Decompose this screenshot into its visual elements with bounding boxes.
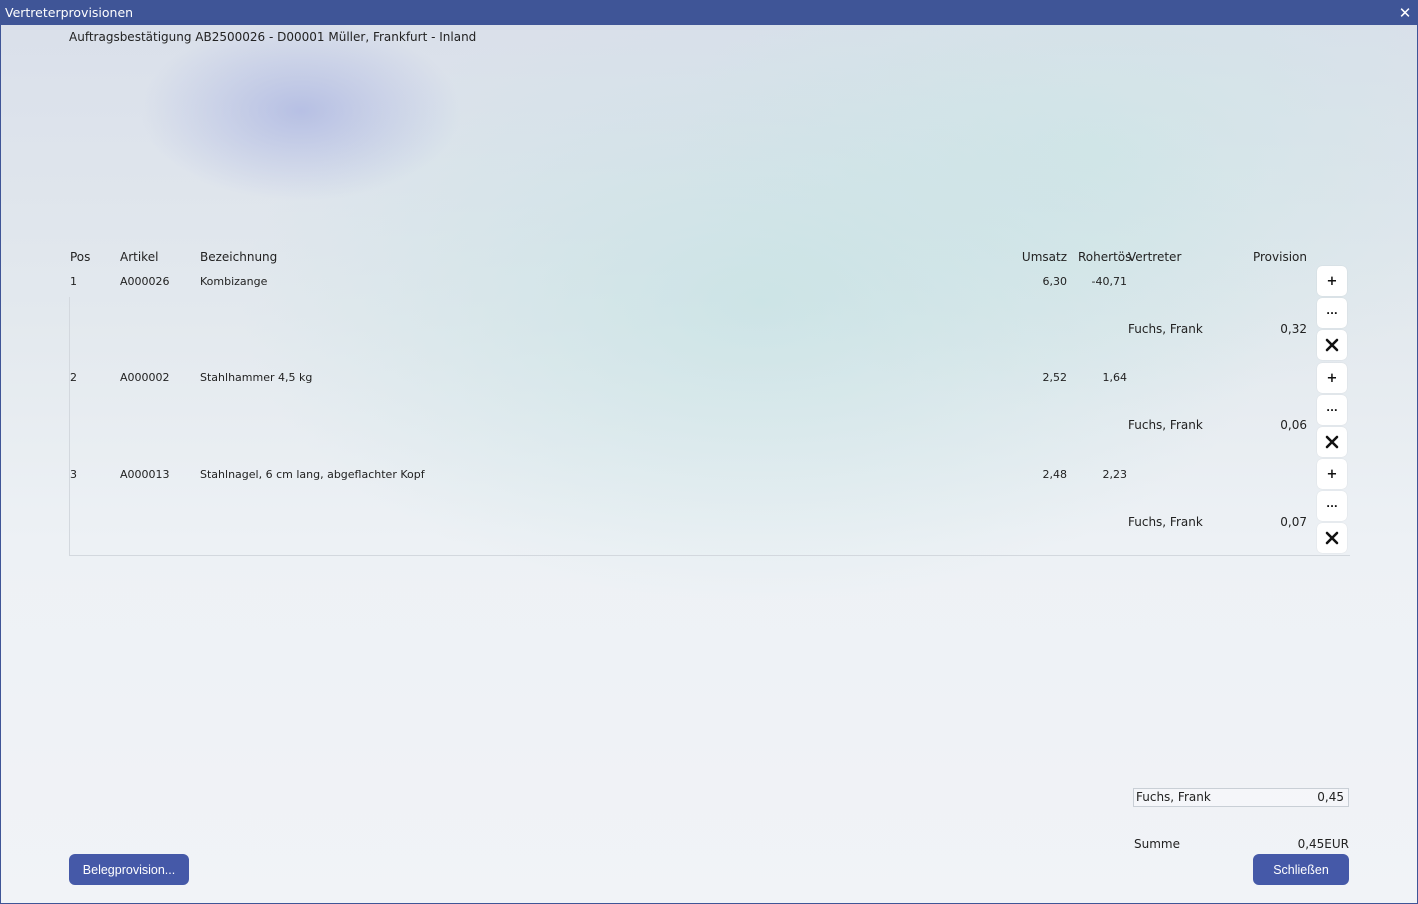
delete-vertreter-button[interactable] — [1317, 427, 1347, 457]
row-roherloes: 1,64 — [1102, 371, 1128, 384]
more-options-button[interactable]: ... — [1317, 395, 1347, 425]
row-provision: 0,32 — [1280, 322, 1307, 336]
more-options-button[interactable]: ... — [1317, 491, 1347, 521]
belegprovision-button[interactable]: Belegprovision... — [69, 854, 189, 885]
row-artikel: A000013 — [120, 468, 170, 481]
delete-x-icon — [1325, 338, 1339, 352]
summary-vertreter-provision: 0,45 — [1317, 790, 1344, 804]
row-pos: 2 — [70, 371, 77, 384]
row-bezeichnung: Kombizange — [200, 275, 268, 288]
window-title: Vertreterprovisionen — [5, 5, 134, 20]
row-pos: 3 — [70, 468, 77, 481]
row-umsatz: 2,48 — [1042, 468, 1068, 481]
row-roherloes: 2,23 — [1102, 468, 1128, 481]
plus-icon: + — [1326, 370, 1338, 386]
sum-label: Summe — [1134, 837, 1180, 851]
ellipsis-icon: ... — [1326, 305, 1338, 317]
row-umsatz: 2,52 — [1042, 371, 1068, 384]
row-bezeichnung: Stahlnagel, 6 cm lang, abgeflachter Kopf — [200, 468, 425, 481]
column-header-artikel: Artikel — [120, 250, 159, 264]
summary-vertreter-name: Fuchs, Frank — [1136, 790, 1211, 804]
column-header-roherloes: Rohertös — [1078, 250, 1132, 264]
plus-icon: + — [1326, 466, 1338, 482]
add-vertreter-button[interactable]: + — [1317, 266, 1347, 296]
row-pos: 1 — [70, 275, 77, 288]
document-subtitle: Auftragsbestätigung AB2500026 - D00001 M… — [69, 30, 477, 44]
plus-icon: + — [1326, 273, 1338, 289]
add-vertreter-button[interactable]: + — [1317, 363, 1347, 393]
delete-x-icon — [1325, 435, 1339, 449]
title-bar: Vertreterprovisionen ✕ — [1, 1, 1417, 25]
delete-vertreter-button[interactable] — [1317, 330, 1347, 360]
more-options-button[interactable]: ... — [1317, 298, 1347, 328]
ellipsis-icon: ... — [1326, 498, 1338, 510]
commission-dialog: Vertreterprovisionen ✕ Auftragsbestätigu… — [0, 0, 1418, 904]
row-roherloes: -40,71 — [1091, 275, 1127, 288]
summary-vertreter-row: Fuchs, Frank 0,45 — [1133, 788, 1349, 807]
column-header-provision: Provision — [1252, 250, 1307, 264]
add-vertreter-button[interactable]: + — [1317, 459, 1347, 489]
ellipsis-icon: ... — [1326, 402, 1338, 414]
close-icon[interactable]: ✕ — [1397, 1, 1413, 25]
row-vertreter: Fuchs, Frank — [1128, 418, 1203, 432]
row-vertreter: Fuchs, Frank — [1128, 515, 1203, 529]
column-header-umsatz: Umsatz — [1021, 250, 1067, 264]
column-header-bezeichnung: Bezeichnung — [200, 250, 278, 264]
column-header-pos: Pos — [70, 250, 91, 264]
schliessen-button[interactable]: Schließen — [1253, 854, 1349, 885]
delete-vertreter-button[interactable] — [1317, 523, 1347, 553]
sum-total: 0,45EUR — [1297, 837, 1349, 851]
delete-x-icon — [1325, 531, 1339, 545]
row-provision: 0,06 — [1280, 418, 1307, 432]
row-umsatz: 6,30 — [1042, 275, 1068, 288]
column-header-vertreter: Vertreter — [1128, 250, 1182, 264]
row-vertreter: Fuchs, Frank — [1128, 322, 1203, 336]
row-artikel: A000002 — [120, 371, 170, 384]
row-bezeichnung: Stahlhammer 4,5 kg — [200, 371, 313, 384]
row-provision: 0,07 — [1280, 515, 1307, 529]
row-artikel: A000026 — [120, 275, 170, 288]
